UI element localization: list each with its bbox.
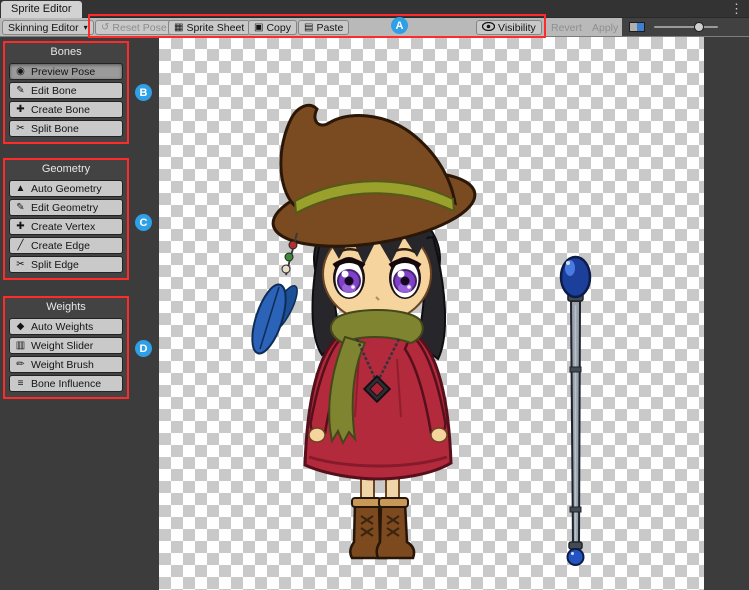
weight-brush-icon: ✏	[15, 360, 26, 370]
weight-slider-icon: ▥	[15, 341, 26, 351]
reset-pose-button[interactable]: ↺ Reset Pose	[95, 20, 173, 35]
split-bone-label: Split Bone	[31, 123, 79, 135]
preview-pose-label: Preview Pose	[31, 66, 95, 78]
weight-brush-label: Weight Brush	[31, 359, 94, 371]
visibility-toggle[interactable]: Visibility	[476, 20, 542, 35]
split-edge-label: Split Edge	[31, 259, 79, 271]
create-vertex-label: Create Vertex	[31, 221, 95, 233]
create-vertex-icon: ✚	[15, 222, 26, 232]
annotation-badge-b: B	[135, 84, 152, 101]
auto-weights-button[interactable]: ◆ Auto Weights	[9, 318, 123, 335]
split-bone-button[interactable]: ✂ Split Bone	[9, 120, 123, 137]
create-edge-icon: ╱	[15, 241, 26, 251]
create-vertex-button[interactable]: ✚ Create Vertex	[9, 218, 123, 235]
weights-panel-title: Weights	[5, 299, 127, 316]
sprite-sheet-button[interactable]: ▦ Sprite Sheet	[168, 20, 250, 35]
kebab-menu-icon[interactable]: ⋮	[730, 1, 743, 17]
apply-button[interactable]: Apply	[592, 22, 618, 34]
annotation-badge-c: C	[135, 214, 152, 231]
revert-button[interactable]: Revert	[551, 22, 582, 34]
visibility-eye-icon	[482, 22, 495, 34]
bone-influence-button[interactable]: ≡ Bone Influence	[9, 375, 123, 392]
create-bone-button[interactable]: ✚ Create Bone	[9, 101, 123, 118]
sprite-preview-mode-toggle-icon[interactable]	[629, 22, 645, 32]
toolbar: Skinning Editor ▾ ↺ Reset Pose ▦ Sprite …	[0, 18, 749, 37]
sprite-editor-window: Sprite Editor ⋮ Skinning Editor ▾ ↺ Rese…	[0, 0, 749, 590]
preview-pose-icon: ◉	[15, 67, 26, 77]
weight-slider-label: Weight Slider	[31, 340, 93, 352]
paste-icon: ▤	[304, 23, 313, 33]
annotation-badge-a: A	[391, 17, 408, 34]
sprite-sheet-label: Sprite Sheet	[186, 22, 244, 34]
reset-pose-label: Reset Pose	[112, 22, 166, 34]
copy-button[interactable]: ▣ Copy	[248, 20, 297, 35]
edit-geometry-button[interactable]: ✎ Edit Geometry	[9, 199, 123, 216]
create-edge-label: Create Edge	[31, 240, 90, 252]
toggle-left-half	[630, 23, 637, 31]
create-bone-icon: ✚	[15, 105, 26, 115]
skinning-editor-dropdown[interactable]: Skinning Editor ▾	[2, 20, 94, 35]
split-edge-icon: ✂	[15, 260, 26, 270]
copy-icon: ▣	[254, 23, 263, 33]
tab-sprite-editor[interactable]: Sprite Editor	[1, 1, 82, 18]
copy-label: Copy	[266, 22, 291, 34]
character-sprite[interactable]	[246, 105, 481, 558]
zoom-slider-knob[interactable]	[694, 22, 704, 32]
annotation-badge-d: D	[135, 340, 152, 357]
auto-weights-label: Auto Weights	[31, 321, 93, 333]
chevron-down-icon: ▾	[84, 23, 88, 32]
canvas-artwork	[159, 37, 704, 590]
auto-geometry-icon: ▲	[15, 184, 26, 194]
preview-pose-button[interactable]: ◉ Preview Pose	[9, 63, 123, 80]
create-edge-button[interactable]: ╱ Create Edge	[9, 237, 123, 254]
edit-bone-icon: ✎	[15, 86, 26, 96]
sprite-canvas[interactable]	[159, 37, 704, 590]
weight-brush-button[interactable]: ✏ Weight Brush	[9, 356, 123, 373]
auto-weights-icon: ◆	[15, 322, 26, 332]
edit-bone-button[interactable]: ✎ Edit Bone	[9, 82, 123, 99]
auto-geometry-label: Auto Geometry	[31, 183, 102, 195]
edit-geometry-label: Edit Geometry	[31, 202, 98, 214]
toolbar-right-section	[622, 18, 749, 36]
bones-panel-title: Bones	[5, 44, 127, 61]
bone-influence-label: Bone Influence	[31, 378, 101, 390]
bone-influence-icon: ≡	[15, 379, 26, 389]
create-bone-label: Create Bone	[31, 104, 90, 116]
paste-label: Paste	[316, 22, 343, 34]
geometry-panel-title: Geometry	[5, 161, 127, 178]
weights-panel: Weights ◆ Auto Weights ▥ Weight Slider ✏…	[3, 296, 129, 399]
staff-sprite[interactable]	[561, 257, 590, 565]
paste-button[interactable]: ▤ Paste	[298, 20, 349, 35]
visibility-label: Visibility	[498, 22, 536, 34]
edit-bone-label: Edit Bone	[31, 85, 77, 97]
tab-bar: Sprite Editor ⋮	[0, 0, 749, 18]
toggle-right-half	[637, 23, 644, 31]
reset-pose-icon: ↺	[101, 23, 109, 33]
split-edge-button[interactable]: ✂ Split Edge	[9, 256, 123, 273]
split-bone-icon: ✂	[15, 124, 26, 134]
weight-slider-button[interactable]: ▥ Weight Slider	[9, 337, 123, 354]
skinning-editor-dropdown-label: Skinning Editor	[8, 22, 79, 34]
zoom-slider-track[interactable]	[654, 26, 718, 28]
sprite-sheet-icon: ▦	[174, 23, 183, 33]
bones-panel: Bones ◉ Preview Pose ✎ Edit Bone ✚ Creat…	[3, 41, 129, 144]
zoom-slider[interactable]	[654, 18, 722, 36]
geometry-panel: Geometry ▲ Auto Geometry ✎ Edit Geometry…	[3, 158, 129, 280]
edit-geometry-icon: ✎	[15, 203, 26, 213]
auto-geometry-button[interactable]: ▲ Auto Geometry	[9, 180, 123, 197]
